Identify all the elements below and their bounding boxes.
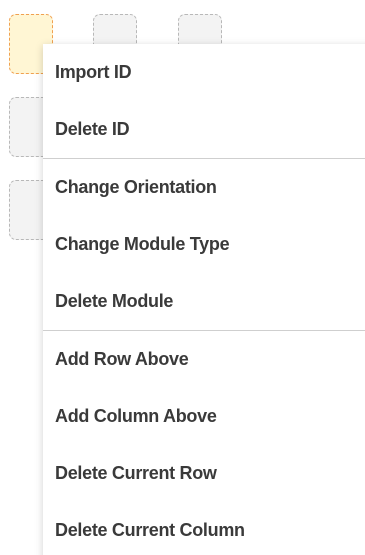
menu-item-import-id[interactable]: Import ID: [43, 44, 365, 101]
context-menu: Import ID Delete ID Change Orientation C…: [43, 44, 365, 555]
menu-item-change-module-type[interactable]: Change Module Type: [43, 216, 365, 273]
menu-item-delete-current-column[interactable]: Delete Current Column: [43, 502, 365, 555]
menu-item-delete-current-row[interactable]: Delete Current Row: [43, 445, 365, 502]
menu-item-delete-id[interactable]: Delete ID: [43, 101, 365, 158]
menu-item-delete-module[interactable]: Delete Module: [43, 273, 365, 330]
menu-item-add-row-above[interactable]: Add Row Above: [43, 331, 365, 388]
menu-item-change-orientation[interactable]: Change Orientation: [43, 159, 365, 216]
layout-editor: Import ID Delete ID Change Orientation C…: [0, 0, 365, 555]
menu-item-add-column-above[interactable]: Add Column Above: [43, 388, 365, 445]
